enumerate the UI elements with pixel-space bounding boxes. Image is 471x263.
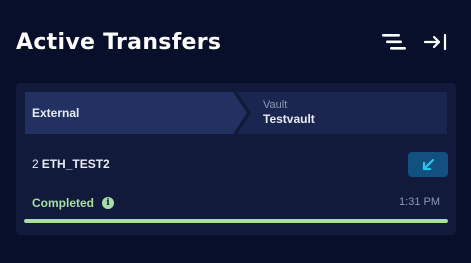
amount-value: 2 [32,157,39,171]
filter-list-icon[interactable] [381,32,407,52]
route-destination: Vault Testvault [237,92,447,134]
transfer-time: 1:31 PM [399,196,440,208]
source-label: External [32,106,80,120]
progress-bar [24,219,448,223]
chevron-right-icon [233,92,247,134]
route-source: External [25,92,251,134]
transfer-card[interactable]: External Vault Testvault 2 ETH_TEST2 Comp… [16,83,456,235]
transfer-amount: 2 ETH_TEST2 [32,157,110,171]
asset-symbol: ETH_TEST2 [41,157,110,171]
panel-header: Active Transfers [16,26,455,58]
info-icon[interactable]: i [102,197,115,209]
status-badge: Completed [32,196,95,210]
incoming-direction-button[interactable] [408,152,448,177]
progress-bar-fill [24,219,448,223]
page-title: Active Transfers [16,30,222,55]
transfer-route: External Vault Testvault [25,92,447,134]
destination-caption: Vault [263,99,288,111]
header-actions [381,32,449,52]
incoming-arrow-icon [422,158,435,170]
collapse-panel-icon[interactable] [423,32,449,52]
destination-name: Testvault [263,112,315,126]
transfer-status: Completed i [32,196,115,210]
